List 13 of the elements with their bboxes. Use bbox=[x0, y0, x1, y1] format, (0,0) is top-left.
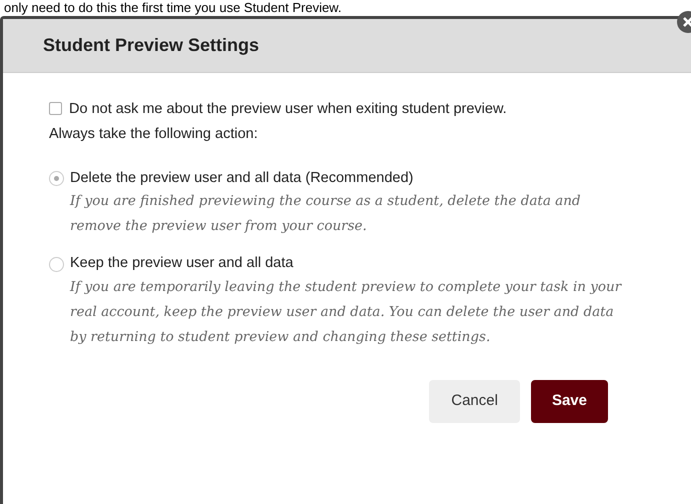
instruction-text: Always take the following action: bbox=[49, 124, 259, 144]
option-label: Keep the preview user and all data bbox=[70, 254, 294, 274]
option-label: Delete the preview user and all data (Recommended) bbox=[70, 168, 414, 188]
radio-button[interactable] bbox=[49, 256, 64, 272]
cancel-button[interactable]: Cancel bbox=[429, 380, 520, 422]
save-button[interactable]: Save bbox=[530, 380, 608, 422]
dialog-title: Student Preview Settings bbox=[43, 34, 260, 56]
option-description: If you are finished previewing the course as a student, delete the data and remove the preview user from your course. bbox=[70, 192, 582, 236]
radio-button[interactable] bbox=[49, 170, 64, 186]
checkbox[interactable] bbox=[49, 102, 62, 115]
background-text: only need to do this the first time you use Student Preview. bbox=[3, 0, 342, 16]
checkbox-label: Do not ask me about the preview user when exiting student preview. bbox=[69, 101, 507, 117]
option-description: If you are temporarily leaving the student preview to complete your task in your real account, keep the preview user and data. You can delete the user and data by returning to student preview and changing these settings. bbox=[70, 278, 623, 347]
